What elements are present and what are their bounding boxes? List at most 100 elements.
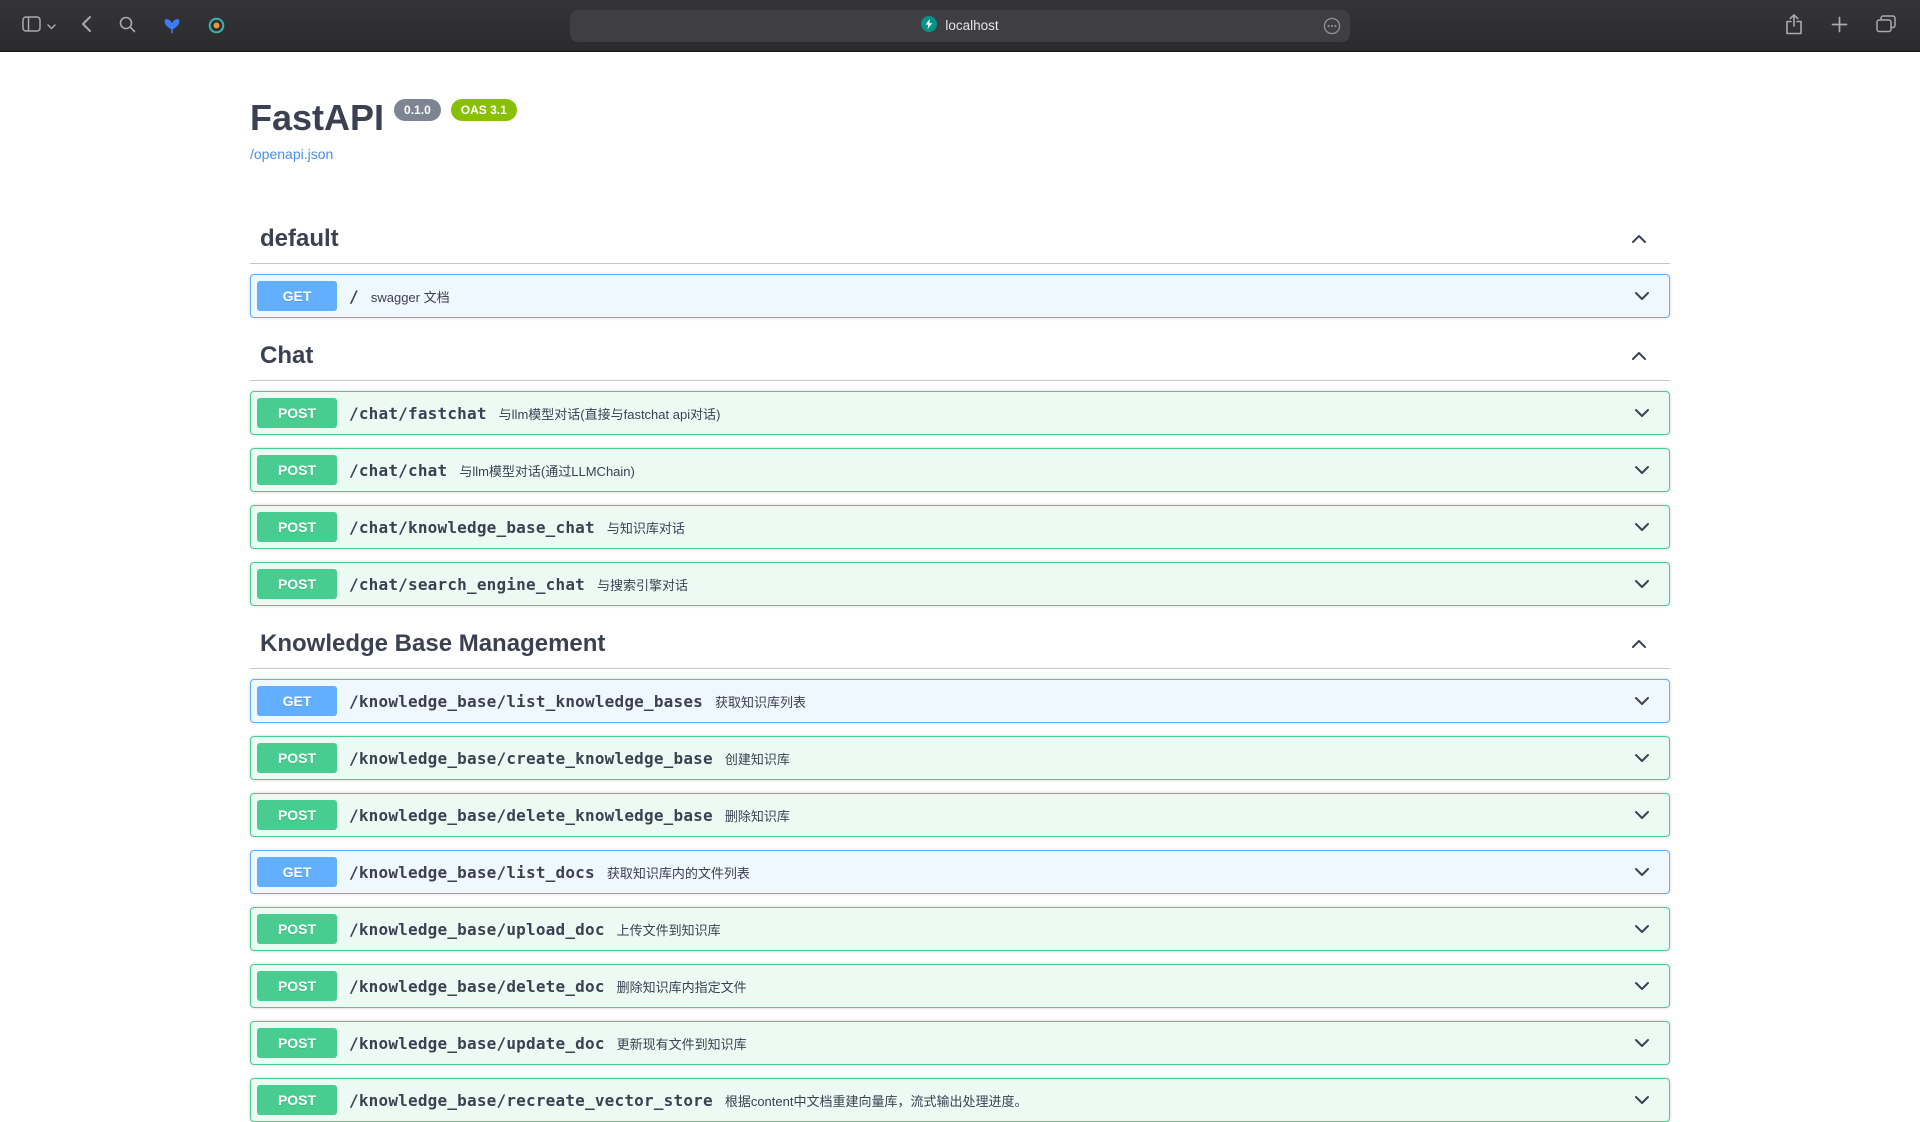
operation-row: POST /chat/chat 与llm模型对话(通过LLMChain) bbox=[250, 448, 1670, 492]
operation-summary[interactable]: POST /chat/knowledge_base_chat 与知识库对话 bbox=[251, 506, 1669, 548]
operation-description: 与搜索引擎对话 bbox=[597, 574, 1631, 594]
operation-summary[interactable]: POST /knowledge_base/delete_doc 删除知识库内指定… bbox=[251, 965, 1669, 1007]
operation-summary[interactable]: GET /knowledge_base/list_knowledge_bases… bbox=[251, 680, 1669, 722]
operation-path: /chat/search_engine_chat bbox=[337, 575, 597, 594]
share-button[interactable] bbox=[1785, 14, 1803, 38]
version-badge: 0.1.0 bbox=[394, 99, 441, 121]
chevron-up-icon[interactable] bbox=[1628, 633, 1650, 655]
page-menu-button[interactable] bbox=[1323, 17, 1341, 35]
section-title: Knowledge Base Management bbox=[260, 629, 605, 658]
operation-description: 更新现有文件到知识库 bbox=[617, 1033, 1631, 1053]
method-badge: POST bbox=[257, 512, 337, 542]
operation-description: swagger 文档 bbox=[371, 286, 1631, 306]
operation-path: /knowledge_base/list_docs bbox=[337, 863, 607, 882]
tab-overview-button[interactable] bbox=[1876, 15, 1896, 36]
chevron-down-icon[interactable] bbox=[1631, 747, 1663, 769]
method-badge: GET bbox=[257, 686, 337, 716]
method-badge: POST bbox=[257, 743, 337, 773]
operation-summary[interactable]: GET / swagger 文档 bbox=[251, 275, 1669, 317]
page-title: FastAPI bbox=[250, 98, 384, 138]
method-badge: POST bbox=[257, 1085, 337, 1115]
operation-description: 与llm模型对话(直接与fastchat api对话) bbox=[499, 403, 1631, 423]
operation-summary[interactable]: POST /chat/chat 与llm模型对话(通过LLMChain) bbox=[251, 449, 1669, 491]
method-badge: POST bbox=[257, 1028, 337, 1058]
operation-path: /chat/chat bbox=[337, 461, 459, 480]
operation-summary[interactable]: POST /knowledge_base/delete_knowledge_ba… bbox=[251, 794, 1669, 836]
search-button[interactable] bbox=[119, 16, 136, 36]
operation-summary[interactable]: POST /knowledge_base/create_knowledge_ba… bbox=[251, 737, 1669, 779]
chevron-down-icon[interactable] bbox=[1631, 1032, 1663, 1054]
chevron-up-icon[interactable] bbox=[1628, 345, 1650, 367]
operation-description: 删除知识库 bbox=[725, 805, 1631, 825]
chevron-down-icon[interactable] bbox=[1631, 690, 1663, 712]
operation-description: 删除知识库内指定文件 bbox=[617, 976, 1631, 996]
operation-row: POST /knowledge_base/delete_doc 删除知识库内指定… bbox=[250, 964, 1670, 1008]
chevron-down-icon[interactable] bbox=[1631, 402, 1663, 424]
operation-path: /knowledge_base/update_doc bbox=[337, 1034, 617, 1053]
chevron-down-icon[interactable] bbox=[1631, 804, 1663, 826]
chevron-down-icon[interactable] bbox=[1631, 918, 1663, 940]
address-bar[interactable]: localhost bbox=[570, 10, 1350, 42]
api-section: Chat POST /chat/fastchat 与llm模型对话(直接与fas… bbox=[250, 331, 1670, 606]
oas-badge: OAS 3.1 bbox=[451, 99, 517, 121]
chevron-down-icon[interactable] bbox=[1631, 861, 1663, 883]
address-text: localhost bbox=[945, 18, 998, 33]
section-operations: GET / swagger 文档 bbox=[250, 264, 1670, 318]
section-header[interactable]: default bbox=[250, 214, 1670, 264]
operation-path: /chat/fastchat bbox=[337, 404, 499, 423]
api-section: default GET / swagger 文档 bbox=[250, 214, 1670, 318]
method-badge: POST bbox=[257, 455, 337, 485]
chevron-down-icon[interactable] bbox=[1631, 516, 1663, 538]
openapi-spec-link[interactable]: /openapi.json bbox=[250, 146, 333, 162]
extension-icon-blue[interactable] bbox=[163, 18, 181, 34]
api-section: Knowledge Base Management GET /knowledge… bbox=[250, 619, 1670, 1122]
new-tab-button[interactable] bbox=[1831, 16, 1848, 36]
operation-summary[interactable]: POST /knowledge_base/update_doc 更新现有文件到知… bbox=[251, 1022, 1669, 1064]
operation-path: /knowledge_base/recreate_vector_store bbox=[337, 1091, 725, 1110]
chevron-left-icon bbox=[81, 15, 92, 36]
operation-summary[interactable]: POST /knowledge_base/upload_doc 上传文件到知识库 bbox=[251, 908, 1669, 950]
site-favicon bbox=[921, 16, 937, 35]
operation-summary[interactable]: GET /knowledge_base/list_docs 获取知识库内的文件列… bbox=[251, 851, 1669, 893]
operation-row: POST /chat/knowledge_base_chat 与知识库对话 bbox=[250, 505, 1670, 549]
operation-row: GET /knowledge_base/list_knowledge_bases… bbox=[250, 679, 1670, 723]
operation-path: /knowledge_base/delete_knowledge_base bbox=[337, 806, 725, 825]
operation-row: POST /chat/search_engine_chat 与搜索引擎对话 bbox=[250, 562, 1670, 606]
operation-description: 获取知识库列表 bbox=[715, 691, 1631, 711]
chevron-down-icon[interactable] bbox=[1631, 1089, 1663, 1111]
tabs-icon bbox=[1876, 15, 1896, 36]
operation-description: 获取知识库内的文件列表 bbox=[607, 862, 1631, 882]
operation-row: GET / swagger 文档 bbox=[250, 274, 1670, 318]
back-button[interactable] bbox=[81, 15, 92, 36]
operation-row: POST /knowledge_base/delete_knowledge_ba… bbox=[250, 793, 1670, 837]
operation-summary[interactable]: POST /chat/search_engine_chat 与搜索引擎对话 bbox=[251, 563, 1669, 605]
operation-summary[interactable]: POST /chat/fastchat 与llm模型对话(直接与fastchat… bbox=[251, 392, 1669, 434]
sections: default GET / swagger 文档 Chat POST /ch bbox=[250, 214, 1670, 1122]
chevron-down-icon[interactable] bbox=[1631, 459, 1663, 481]
chevron-up-icon[interactable] bbox=[1628, 228, 1650, 250]
chevron-down-icon[interactable] bbox=[1631, 285, 1663, 307]
page-content: FastAPI 0.1.0 OAS 3.1 /openapi.json defa… bbox=[0, 98, 1920, 1122]
section-title: default bbox=[260, 224, 339, 253]
chevron-down-icon[interactable] bbox=[1631, 573, 1663, 595]
extension-icon-target[interactable] bbox=[208, 17, 225, 34]
operation-path: /knowledge_base/list_knowledge_bases bbox=[337, 692, 715, 711]
method-badge: POST bbox=[257, 569, 337, 599]
chevron-down-icon[interactable] bbox=[1631, 975, 1663, 997]
section-title: Chat bbox=[260, 341, 313, 370]
section-header[interactable]: Knowledge Base Management bbox=[250, 619, 1670, 669]
section-header[interactable]: Chat bbox=[250, 331, 1670, 381]
operation-row: POST /knowledge_base/upload_doc 上传文件到知识库 bbox=[250, 907, 1670, 951]
method-badge: GET bbox=[257, 281, 337, 311]
operation-path: / bbox=[337, 287, 371, 306]
operation-row: POST /knowledge_base/recreate_vector_sto… bbox=[250, 1078, 1670, 1122]
operation-row: POST /chat/fastchat 与llm模型对话(直接与fastchat… bbox=[250, 391, 1670, 435]
operation-row: POST /knowledge_base/create_knowledge_ba… bbox=[250, 736, 1670, 780]
sidebar-menu-chevron-button[interactable] bbox=[47, 18, 56, 33]
method-badge: POST bbox=[257, 971, 337, 1001]
sidebar-toggle-button[interactable] bbox=[22, 16, 41, 35]
operation-summary[interactable]: POST /knowledge_base/recreate_vector_sto… bbox=[251, 1079, 1669, 1121]
sidebar-icon bbox=[22, 16, 41, 35]
method-badge: POST bbox=[257, 800, 337, 830]
plus-icon bbox=[1831, 16, 1848, 36]
